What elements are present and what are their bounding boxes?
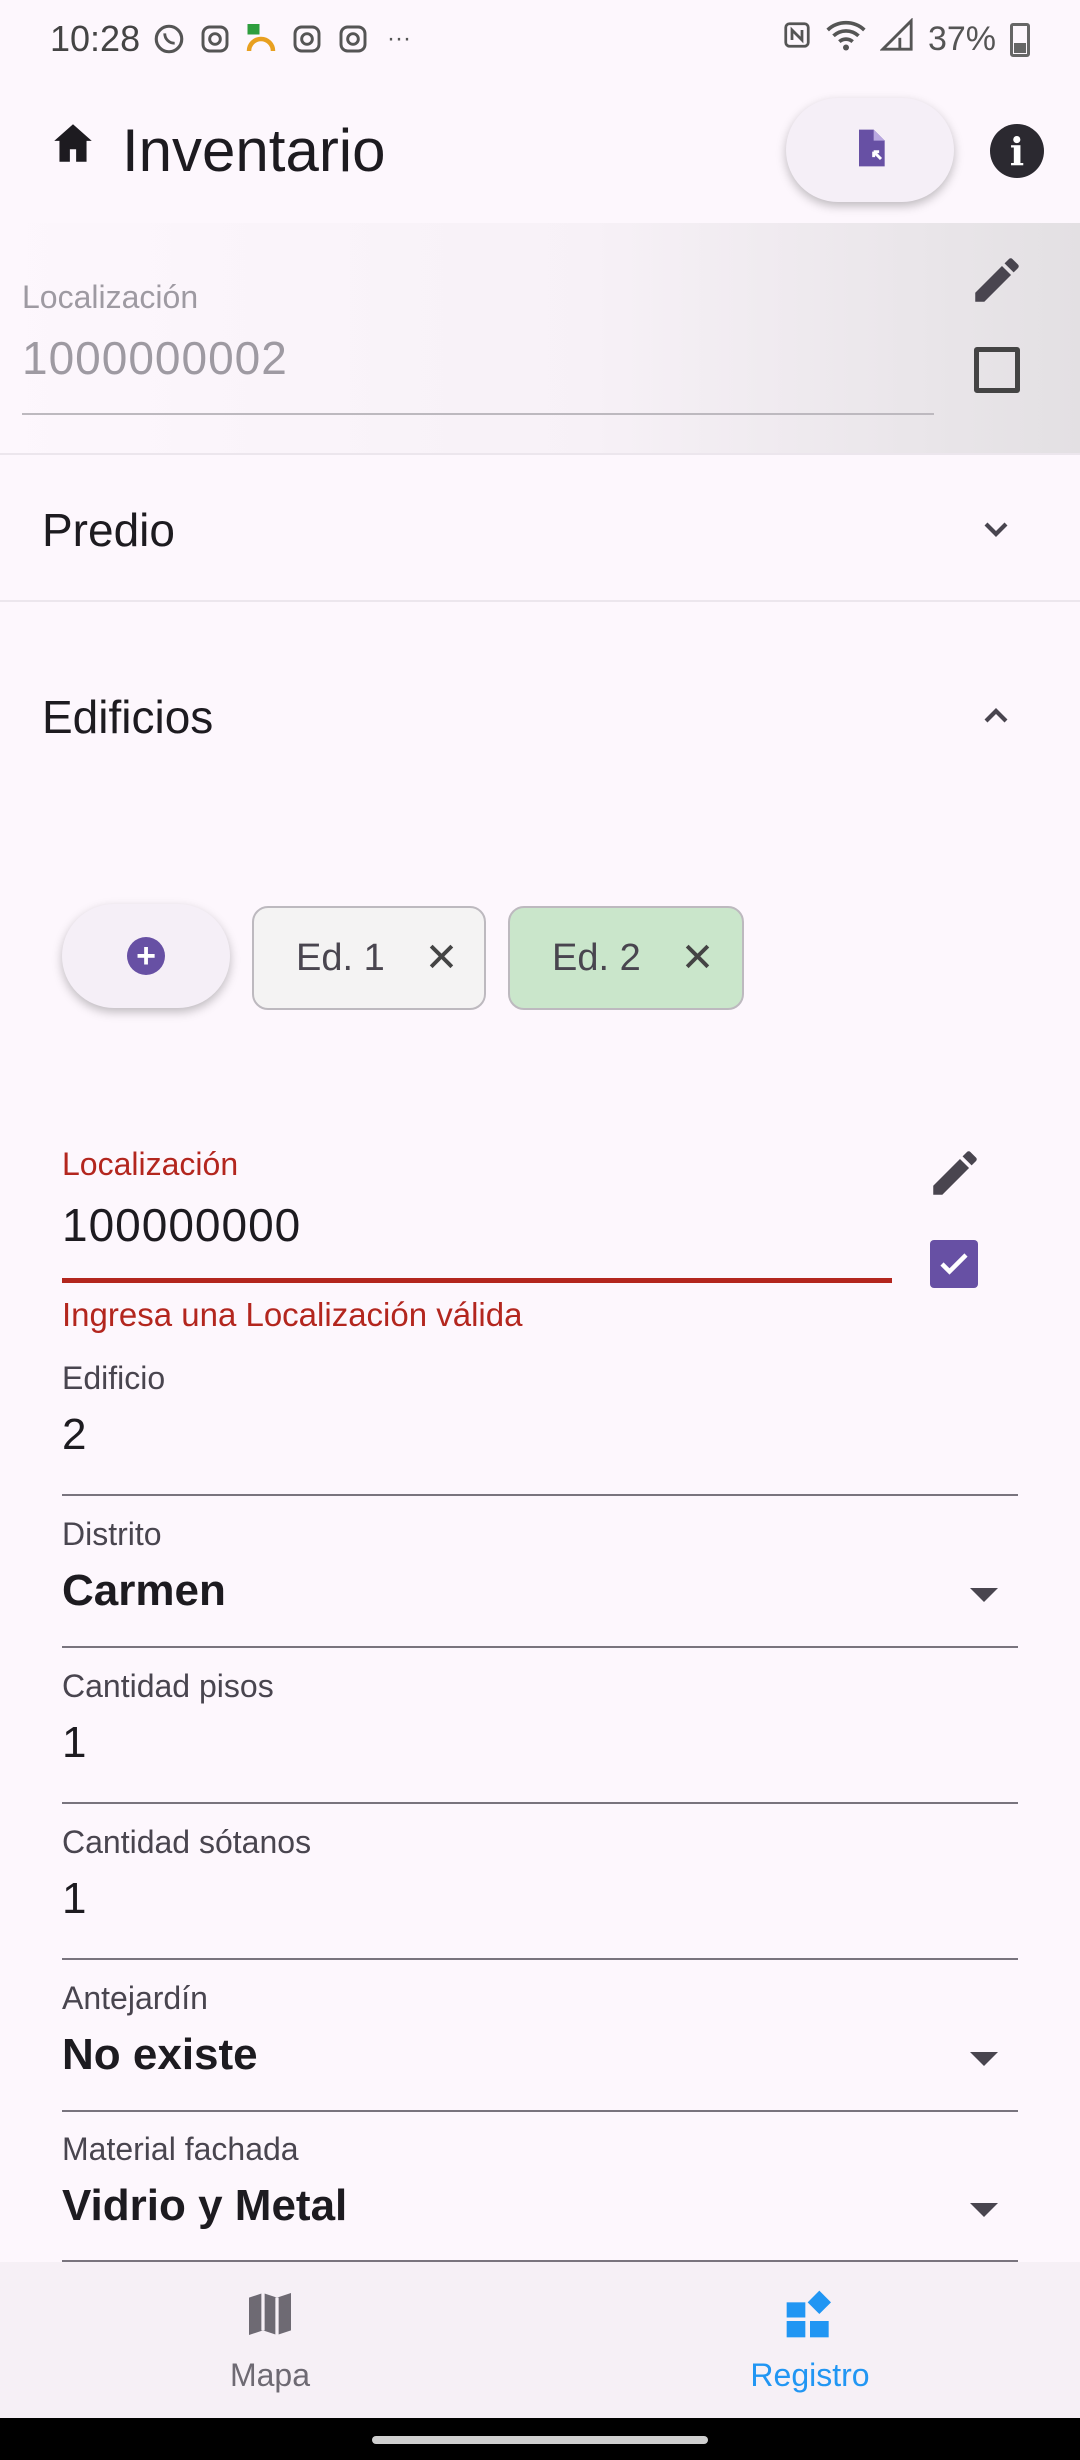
add-icon: + (127, 937, 165, 975)
dropdown-arrow-icon[interactable] (970, 1588, 998, 1602)
building-chip-1[interactable]: Ed. 1 ✕ (252, 906, 486, 1010)
section-edificios[interactable]: Edificios (0, 640, 1080, 786)
instagram-icon (334, 20, 372, 58)
chevron-up-icon (976, 696, 1016, 736)
location-label: Localización (22, 279, 199, 315)
field-label: Material fachada (62, 2131, 299, 2167)
field-label: Antejardín (62, 1980, 208, 2016)
edificio-input[interactable]: 2 (62, 1410, 86, 1460)
notification-icons: ··· (150, 20, 418, 58)
field-label: Cantidad sótanos (62, 1824, 312, 1860)
material-fachada-select[interactable]: Vidrio y Metal (62, 2181, 347, 2231)
page-title: Inventario (122, 117, 386, 184)
document-export-icon (848, 126, 892, 175)
signal-icon (879, 17, 914, 61)
home-icon[interactable] (48, 118, 98, 168)
export-document-button[interactable] (786, 98, 954, 202)
field-underline (62, 1646, 1018, 1648)
antejardin-select[interactable]: No existe (62, 2030, 258, 2080)
more-icon: ··· (387, 25, 411, 52)
td-app-icon (242, 20, 280, 58)
section-predio[interactable]: Predio (0, 455, 1080, 601)
nfc-icon (782, 20, 812, 59)
location-checkbox[interactable] (974, 347, 1020, 393)
field-edificio[interactable]: Edificio 2 (62, 1360, 1018, 1510)
section-title-predio: Predio (42, 504, 175, 556)
building-chip-2[interactable]: Ed. 2 ✕ (508, 906, 744, 1010)
status-bar: 10:28 ··· 37% (0, 0, 1080, 78)
instagram-icon (288, 20, 326, 58)
section-title-edificios: Edificios (42, 691, 214, 743)
building-location-error: Ingresa una Localización válida (62, 1296, 523, 1333)
app-bar: Inventario i (0, 78, 1080, 223)
dropdown-arrow-icon[interactable] (970, 2052, 998, 2066)
cantidad-sotanos-input[interactable]: 1 (62, 1874, 86, 1924)
field-label: Edificio (62, 1360, 166, 1396)
close-icon[interactable]: ✕ (681, 935, 715, 981)
chip-label: Ed. 2 (552, 936, 641, 979)
divider (0, 600, 1080, 602)
field-underline (62, 1958, 1018, 1960)
chevron-down-icon (976, 509, 1016, 549)
field-material-fachada[interactable]: Material fachada Vidrio y Metal (62, 2131, 1018, 2262)
battery-percent: 37% (927, 20, 996, 58)
location-field-section: Localización 1000000002 (0, 223, 1080, 453)
battery-icon (1010, 22, 1030, 57)
location-underline (22, 413, 934, 415)
info-icon[interactable]: i (990, 124, 1044, 178)
pencil-icon[interactable] (968, 251, 1026, 314)
distrito-select[interactable]: Carmen (62, 1566, 226, 1616)
chip-label: Ed. 1 (296, 936, 385, 979)
field-label: Cantidad pisos (62, 1668, 274, 1704)
cantidad-pisos-input[interactable]: 1 (62, 1718, 86, 1768)
status-time: 10:28 (50, 18, 141, 59)
building-location-underline (62, 1278, 892, 1283)
dropdown-arrow-icon[interactable] (970, 2203, 998, 2217)
nav-label-mapa: Mapa (229, 2357, 311, 2393)
field-antejardin[interactable]: Antejardín No existe (62, 1980, 1018, 2130)
whatsapp-icon (150, 20, 188, 58)
pencil-icon[interactable] (926, 1144, 984, 1207)
field-cantidad-sotanos[interactable]: Cantidad sótanos 1 (62, 1824, 1018, 1974)
field-label: Distrito (62, 1516, 162, 1552)
add-building-button[interactable]: + (62, 904, 230, 1008)
bottom-navigation: Mapa Registro (0, 2262, 1080, 2418)
location-input[interactable]: 1000000002 (22, 331, 288, 385)
dashboard-icon (782, 2290, 838, 2346)
field-distrito[interactable]: Distrito Carmen (62, 1516, 1018, 1666)
field-underline (62, 2110, 1018, 2112)
building-location-checkbox[interactable] (930, 1240, 978, 1288)
building-location-label: Localización (62, 1146, 239, 1182)
nav-item-mapa[interactable]: Mapa (120, 2286, 420, 2394)
wifi-icon (826, 18, 866, 61)
close-icon[interactable]: ✕ (425, 935, 459, 981)
building-location-input[interactable]: 100000000 (62, 1198, 301, 1252)
system-status: 37% (782, 17, 1030, 61)
home-gesture-handle[interactable] (372, 2436, 708, 2444)
nav-item-registro[interactable]: Registro (660, 2286, 960, 2394)
field-cantidad-pisos[interactable]: Cantidad pisos 1 (62, 1668, 1018, 1818)
nav-label-registro: Registro (750, 2357, 870, 2393)
field-underline (62, 1802, 1018, 1804)
field-underline (62, 1494, 1018, 1496)
instagram-icon (196, 20, 234, 58)
map-icon (242, 2293, 298, 2346)
